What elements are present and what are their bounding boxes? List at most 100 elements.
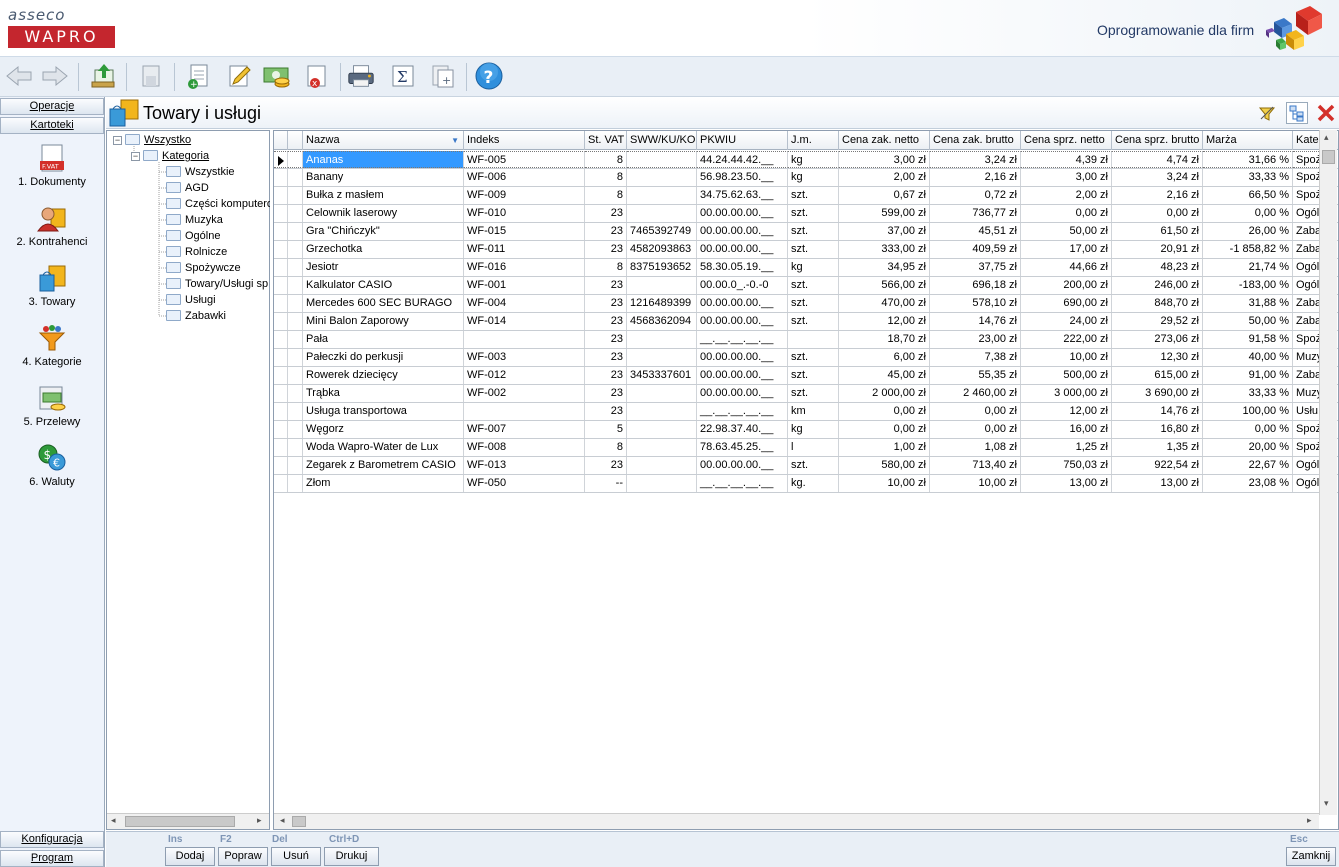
- table-row[interactable]: Kalkulator CASIO WF-001 23 00.00.0_.-0.-0 sz…: [274, 277, 1338, 295]
- tree-node-towary-uslugi[interactable]: Towary/Usługi sp: [166, 277, 270, 291]
- table-row[interactable]: Rowerek dziecięcy WF-012 23 3453337601 00.00…: [274, 367, 1338, 385]
- table-horizontal-scrollbar[interactable]: ◂ ▸: [274, 813, 1319, 829]
- row-mark[interactable]: [288, 475, 303, 492]
- collapse-icon[interactable]: −: [131, 152, 140, 161]
- add-button[interactable]: Dodaj: [165, 847, 215, 866]
- row-mark[interactable]: [288, 223, 303, 240]
- scroll-thumb[interactable]: [292, 816, 306, 827]
- scroll-thumb[interactable]: [1322, 150, 1335, 164]
- nav-program-button[interactable]: Program: [0, 850, 104, 867]
- row-mark[interactable]: [288, 421, 303, 438]
- header-jm[interactable]: J.m.: [788, 131, 839, 150]
- tree-node-root[interactable]: − Wszystko: [113, 133, 191, 147]
- table-row[interactable]: Gra "Chińczyk" WF-015 23 7465392749 00.00.00…: [274, 223, 1338, 241]
- table-row[interactable]: Celownik laserowy WF-010 23 00.00.00.00.__ s…: [274, 205, 1338, 223]
- tree-horizontal-scrollbar[interactable]: ◂ ▸: [107, 813, 269, 829]
- nav-waluty[interactable]: $ € 6. Waluty: [0, 443, 104, 488]
- table-row[interactable]: Banany WF-006 8 56.98.23.50.__ kg 2,00 zł 2,16…: [274, 169, 1338, 187]
- header-nazwa[interactable]: Nazwa ▼: [303, 131, 464, 150]
- tree-node-czesci[interactable]: Części komputerowe: [166, 197, 270, 211]
- nav-przelewy[interactable]: 5. Przelewy: [0, 383, 104, 428]
- nav-konfiguracja-button[interactable]: Konfiguracja: [0, 831, 104, 848]
- row-mark[interactable]: [288, 241, 303, 258]
- header-indeks[interactable]: Indeks: [464, 131, 585, 150]
- edit-button[interactable]: Popraw: [218, 847, 268, 866]
- row-mark[interactable]: [288, 331, 303, 348]
- collapse-icon[interactable]: −: [113, 136, 122, 145]
- row-mark[interactable]: [288, 169, 303, 186]
- table-row[interactable]: Woda Wapro-Water de Lux WF-008 8 78.63.45.2…: [274, 439, 1338, 457]
- nav-operacje-button[interactable]: Operacje: [0, 98, 104, 115]
- table-row[interactable]: Złom WF-050 -- __.__.__.__.__ kg. 10,00 zł 10,…: [274, 475, 1338, 493]
- nav-towary[interactable]: 3. Towary: [0, 263, 104, 308]
- table-row[interactable]: Mini Balon Zaporowy WF-014 23 4568362094 00.…: [274, 313, 1338, 331]
- scroll-down-icon[interactable]: ▾: [1324, 798, 1329, 809]
- scroll-left-icon[interactable]: ◂: [111, 815, 116, 826]
- close-icon[interactable]: [1316, 103, 1336, 123]
- row-mark[interactable]: [288, 187, 303, 204]
- nav-kartoteki-button[interactable]: Kartoteki: [0, 117, 104, 134]
- print-button[interactable]: Drukuj: [324, 847, 379, 866]
- printer-icon[interactable]: [346, 61, 376, 91]
- help-icon[interactable]: ?: [474, 61, 504, 91]
- header-cena-zak-netto[interactable]: Cena zak. netto: [839, 131, 930, 150]
- nav-kontrahenci[interactable]: 2. Kontrahenci: [0, 203, 104, 248]
- export-icon[interactable]: [88, 61, 118, 91]
- header-pkwiu[interactable]: PKWIU: [697, 131, 788, 150]
- table-row[interactable]: Trąbka WF-002 23 00.00.00.00.__ szt. 2 000,00…: [274, 385, 1338, 403]
- sum-icon[interactable]: Σ: [388, 61, 418, 91]
- row-mark[interactable]: [288, 151, 303, 168]
- table-row[interactable]: Pałeczki do perkusji WF-003 23 00.00.00.00.…: [274, 349, 1338, 367]
- tree-node-kategoria[interactable]: − Kategoria: [131, 149, 209, 163]
- scroll-thumb[interactable]: [125, 816, 235, 827]
- table-row[interactable]: Grzechotka WF-011 23 4582093863 00.00.00.00.…: [274, 241, 1338, 259]
- row-mark[interactable]: [288, 403, 303, 420]
- back-arrow-icon[interactable]: [4, 61, 34, 91]
- row-mark[interactable]: [288, 349, 303, 366]
- tree-node-wszystkie[interactable]: Wszystkie: [166, 165, 235, 179]
- money-icon[interactable]: [262, 61, 292, 91]
- header-vat[interactable]: St. VAT: [585, 131, 627, 150]
- tree-view-toggle-icon[interactable]: [1286, 102, 1308, 124]
- row-mark[interactable]: [288, 295, 303, 312]
- table-row[interactable]: Ananas WF-005 8 44.24.44.42.__ kg 3,00 zł 3,24…: [274, 151, 1338, 169]
- table-row[interactable]: Węgorz WF-007 5 22.98.37.40.__ kg 0,00 zł 0,00…: [274, 421, 1338, 439]
- delete-icon[interactable]: x: [302, 61, 332, 91]
- close-button[interactable]: Zamknij: [1286, 847, 1336, 866]
- delete-button[interactable]: Usuń: [271, 847, 321, 866]
- nav-dokumenty[interactable]: F.VAT 1. Dokumenty: [0, 143, 104, 188]
- row-mark[interactable]: [288, 259, 303, 276]
- header-cena-sprz-netto[interactable]: Cena sprz. netto: [1021, 131, 1112, 150]
- table-row[interactable]: Usługa transportowa 23 __.__.__.__.__ km 0,0…: [274, 403, 1338, 421]
- tree-node-spozywcze[interactable]: Spożywcze: [166, 261, 241, 275]
- scroll-right-icon[interactable]: ▸: [1307, 815, 1312, 826]
- row-mark[interactable]: [288, 205, 303, 222]
- row-mark[interactable]: [288, 457, 303, 474]
- edit-pencil-icon[interactable]: [224, 61, 254, 91]
- table-vertical-scrollbar[interactable]: ▴ ▾: [1319, 130, 1337, 815]
- tree-node-ogolne[interactable]: Ogólne: [166, 229, 220, 243]
- row-mark[interactable]: [288, 313, 303, 330]
- forward-arrow-icon[interactable]: [40, 61, 70, 91]
- document-add-icon[interactable]: +: [428, 61, 458, 91]
- row-mark[interactable]: [288, 367, 303, 384]
- table-row[interactable]: Jesiotr WF-016 8 8375193652 58.30.05.19.__ kg…: [274, 259, 1338, 277]
- row-mark[interactable]: [288, 439, 303, 456]
- tree-node-rolnicze[interactable]: Rolnicze: [166, 245, 227, 259]
- filter-icon[interactable]: [1258, 104, 1276, 122]
- table-row[interactable]: Pała 23 __.__.__.__.__ 18,70 zł 23,00 zł 222,…: [274, 331, 1338, 349]
- header-cena-sprz-brutto[interactable]: Cena sprz. brutto: [1112, 131, 1203, 150]
- add-document-icon[interactable]: +: [184, 61, 214, 91]
- scroll-up-icon[interactable]: ▴: [1324, 132, 1329, 143]
- scroll-right-icon[interactable]: ▸: [257, 815, 262, 826]
- table-row[interactable]: Mercedes 600 SEC BURAGO WF-004 23 121648939…: [274, 295, 1338, 313]
- tree-node-zabawki[interactable]: Zabawki: [166, 309, 226, 323]
- tree-node-uslugi[interactable]: Usługi: [166, 293, 216, 307]
- table-row[interactable]: Zegarek z Barometrem CASIO WF-013 23 00.00.…: [274, 457, 1338, 475]
- header-marza[interactable]: Marża: [1203, 131, 1293, 150]
- scroll-left-icon[interactable]: ◂: [280, 815, 285, 826]
- tree-node-agd[interactable]: AGD: [166, 181, 209, 195]
- nav-kategorie[interactable]: 4. Kategorie: [0, 323, 104, 368]
- row-mark[interactable]: [288, 277, 303, 294]
- header-sww[interactable]: SWW/KU/KO: [627, 131, 697, 150]
